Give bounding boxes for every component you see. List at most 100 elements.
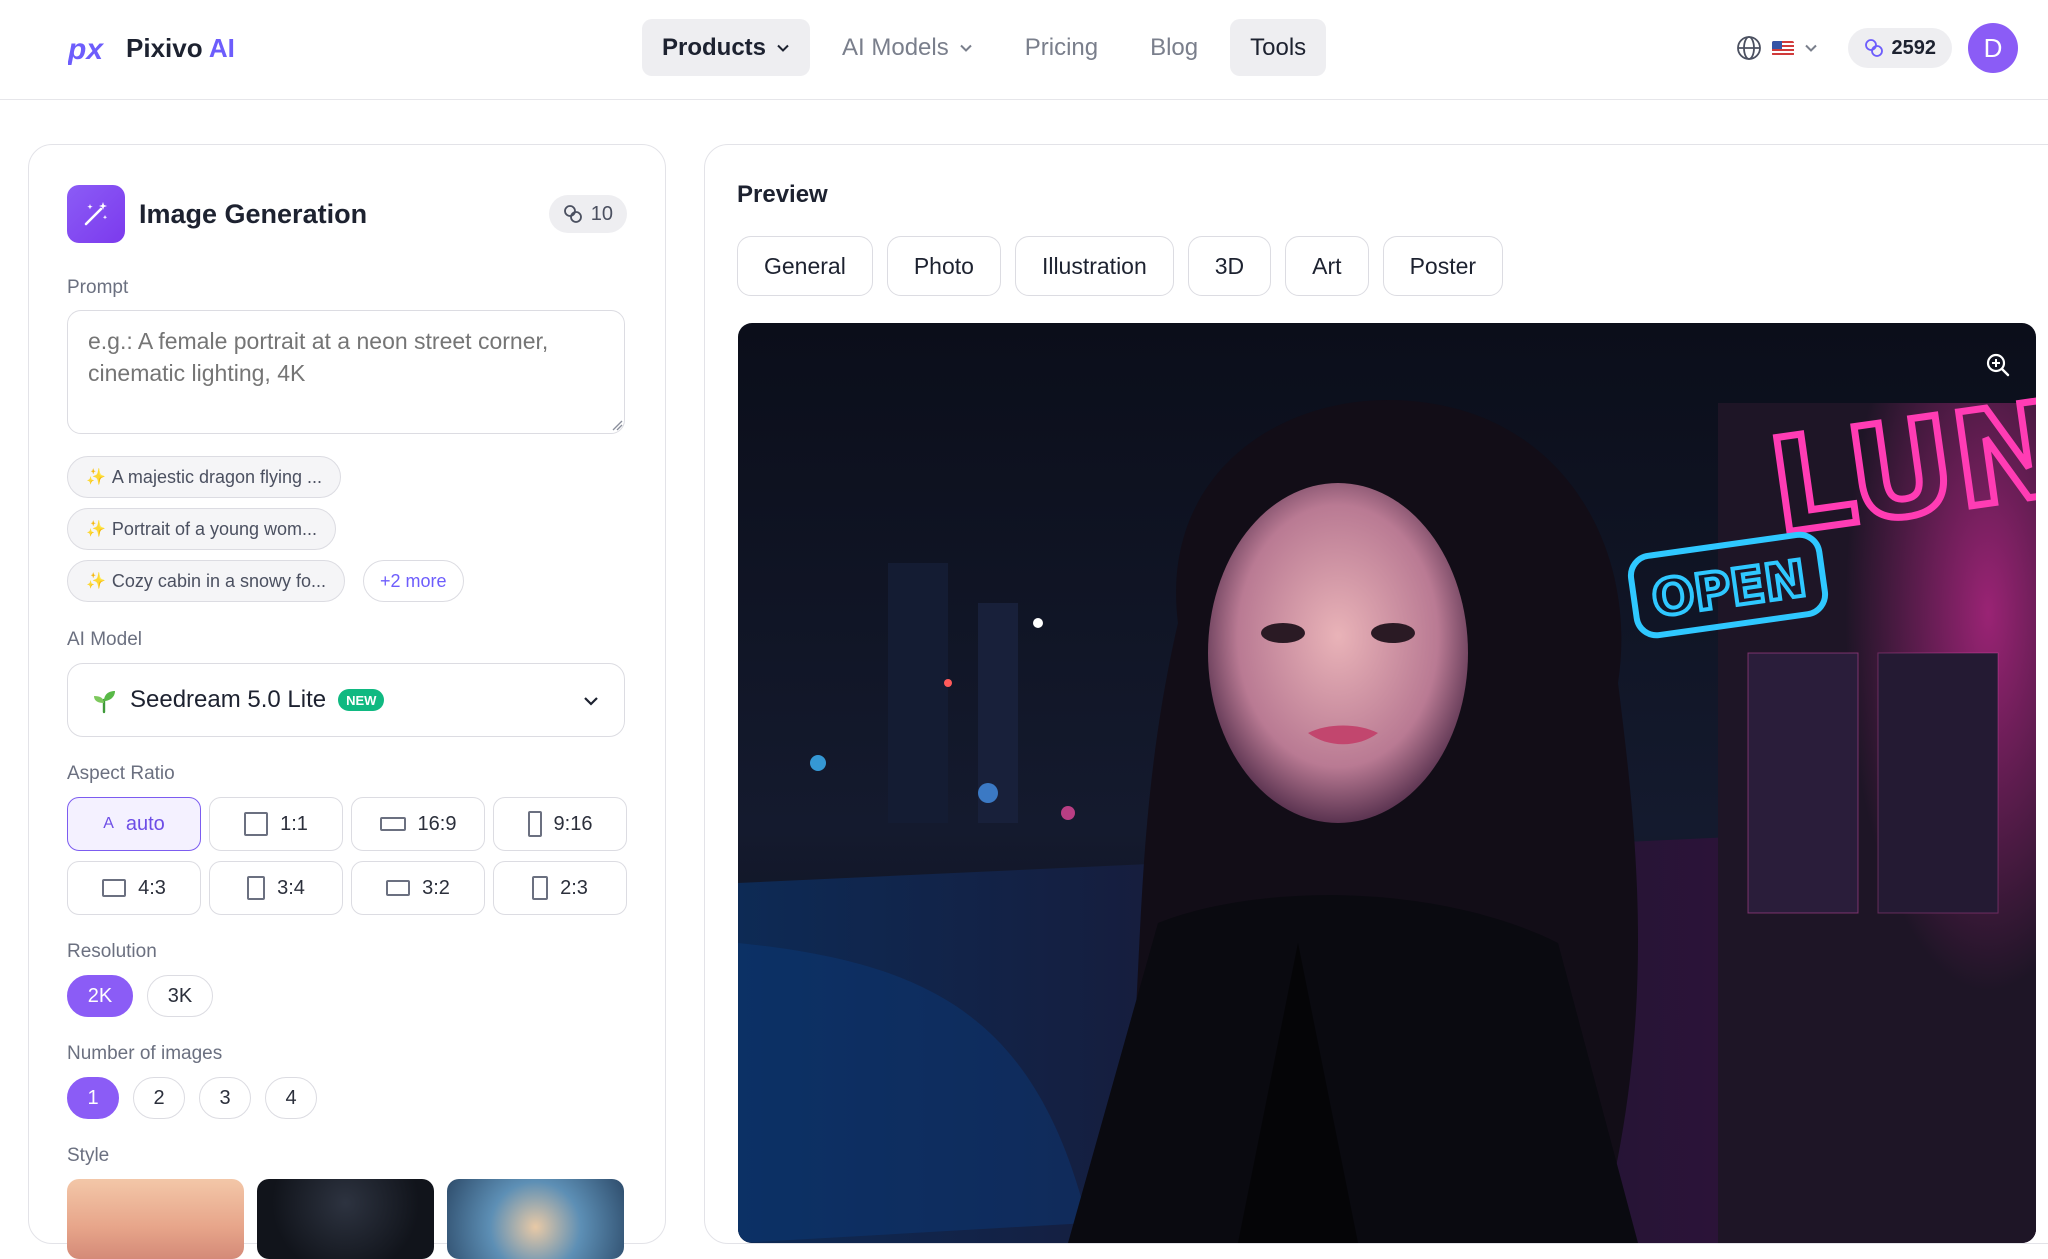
portrait-shape-icon (247, 876, 266, 900)
tab-label: 3D (1214, 252, 1245, 279)
style-thumbnail-fantasy[interactable] (447, 1179, 624, 1259)
aspect-label: 1:1 (280, 812, 308, 835)
style-thumbnail-warm[interactable] (67, 1179, 244, 1259)
resize-handle-icon[interactable] (611, 419, 623, 431)
tab-illustration[interactable]: Illustration (1014, 236, 1174, 296)
count-option-label: 4 (285, 1086, 297, 1109)
sparkle-icon: ✨ (86, 521, 106, 538)
nav-blog[interactable]: Blog (1130, 19, 1218, 76)
tab-general[interactable]: General (737, 236, 873, 296)
chevron-down-icon (1804, 44, 1817, 52)
aspect-16-9[interactable]: 16:9 (351, 797, 485, 851)
aspect-ratio-label: Aspect Ratio (67, 763, 175, 784)
user-avatar[interactable]: D (1968, 23, 2018, 73)
aspect-2-3[interactable]: 2:3 (493, 861, 627, 915)
image-count-3[interactable]: 3 (199, 1077, 251, 1119)
aspect-4-3[interactable]: 4:3 (67, 861, 201, 915)
tab-label: General (764, 252, 846, 279)
aspect-label: 3:2 (422, 876, 450, 899)
resolution-3k[interactable]: 3K (147, 975, 213, 1017)
resolution-option-label: 3K (167, 984, 193, 1007)
image-count-2[interactable]: 2 (133, 1077, 185, 1119)
pixivo-logo-icon: px (68, 28, 112, 68)
preview-panel: Preview General Photo Illustration 3D Ar… (704, 144, 2048, 1244)
cost-value: 10 (590, 202, 613, 225)
portrait-shape-icon (532, 876, 549, 900)
resolution-option-label: 2K (87, 984, 113, 1007)
chevron-down-icon (777, 44, 789, 52)
aspect-label: 9:16 (553, 812, 593, 835)
prompt-suggestion[interactable]: ✨ A majestic dragon flying ... (67, 456, 342, 498)
aspect-3-2[interactable]: 3:2 (351, 861, 485, 915)
nav-ai-models[interactable]: AI Models (822, 19, 993, 76)
tab-label: Poster (1409, 252, 1477, 279)
resolution-2k[interactable]: 2K (67, 975, 133, 1017)
more-suggestions-label: +2 more (380, 570, 447, 591)
model-label: AI Model (67, 629, 142, 650)
nav-tools[interactable]: Tools (1230, 19, 1327, 76)
style-thumbnail-dark[interactable] (257, 1179, 434, 1259)
nav-products-label: Products (662, 33, 767, 61)
zoom-button[interactable] (1978, 345, 2018, 385)
preview-tabs: General Photo Illustration 3D Art Poster (737, 236, 1504, 296)
tab-photo[interactable]: Photo (886, 236, 1001, 296)
prompt-input[interactable] (67, 310, 625, 434)
brand-name: Pixivo AI (126, 32, 235, 63)
coins-icon (563, 205, 582, 223)
panel-header: Image Generation (67, 185, 367, 243)
auto-aspect-icon: A (103, 815, 114, 832)
tab-label: Illustration (1041, 252, 1147, 279)
prompt-label: Prompt (67, 277, 129, 298)
style-label: Style (67, 1145, 110, 1166)
aspect-3-4[interactable]: 3:4 (209, 861, 343, 915)
nav-products[interactable]: Products (642, 19, 811, 76)
generation-panel: Image Generation 10 Prompt ✨ A majestic … (28, 144, 666, 1259)
tab-3d[interactable]: 3D (1187, 236, 1272, 296)
us-flag-icon (1771, 40, 1794, 56)
more-suggestions-button[interactable]: +2 more (363, 560, 464, 602)
prompt-suggestion[interactable]: ✨ Cozy cabin in a snowy fo... (67, 560, 346, 602)
chevron-down-icon (960, 44, 972, 52)
suggestion-text: Cozy cabin in a snowy fo... (111, 570, 327, 591)
model-select[interactable]: Seedream 5.0 Lite NEW (67, 663, 625, 737)
aspect-auto[interactable]: A auto (67, 797, 201, 851)
tab-poster[interactable]: Poster (1382, 236, 1504, 296)
user-area: 2592 D (1722, 20, 2018, 76)
coins-icon (1864, 39, 1883, 57)
landscape-shape-icon (386, 880, 411, 896)
landscape-shape-icon (102, 879, 127, 897)
image-count-1[interactable]: 1 (67, 1077, 119, 1119)
aspect-label: 16:9 (417, 812, 457, 835)
credits-count: 2592 (1891, 36, 1937, 59)
sprout-icon (94, 691, 115, 714)
aspect-label: 4:3 (138, 876, 166, 899)
tab-art[interactable]: Art (1285, 236, 1369, 296)
brand-logo[interactable]: px Pixivo AI (68, 28, 235, 68)
portrait-shape-icon (527, 811, 542, 837)
language-selector[interactable] (1722, 20, 1832, 76)
count-option-label: 2 (153, 1086, 165, 1109)
aspect-1-1[interactable]: 1:1 (209, 797, 343, 851)
aspect-label: 3:4 (277, 876, 305, 899)
prompt-suggestion[interactable]: ✨ Portrait of a young wom... (67, 508, 337, 550)
aspect-9-16[interactable]: 9:16 (493, 797, 627, 851)
new-badge: NEW (338, 689, 385, 711)
zoom-in-icon (1986, 353, 2010, 377)
preview-image[interactable]: LUNA OPEN (738, 323, 2036, 1243)
aspect-label: auto (125, 812, 165, 835)
suggestion-text: Portrait of a young wom... (111, 518, 318, 539)
sparkle-icon: ✨ (86, 469, 106, 486)
magic-wand-icon (67, 185, 125, 243)
square-shape-icon (244, 812, 269, 836)
svg-text:px: px (68, 33, 104, 65)
nav-pricing[interactable]: Pricing (1005, 19, 1118, 76)
credits-balance[interactable]: 2592 (1847, 28, 1952, 68)
count-option-label: 1 (87, 1086, 99, 1109)
aspect-label: 2:3 (560, 876, 588, 899)
count-option-label: 3 (219, 1086, 231, 1109)
panel-title: Image Generation (139, 198, 368, 229)
suggestion-text: A majestic dragon flying ... (111, 466, 323, 487)
sparkle-icon: ✨ (86, 573, 106, 590)
image-count-4[interactable]: 4 (265, 1077, 317, 1119)
nav-tools-label: Tools (1250, 33, 1307, 61)
